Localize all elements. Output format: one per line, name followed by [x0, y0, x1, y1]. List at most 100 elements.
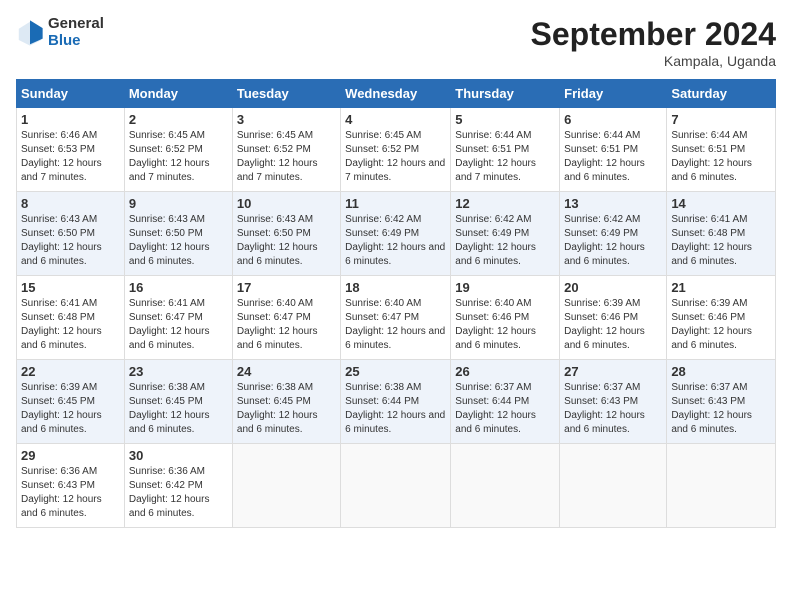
- day-number: 9: [129, 196, 228, 211]
- page-header: General Blue September 2024 Kampala, Uga…: [16, 16, 776, 69]
- calendar-cell: 30 Sunrise: 6:36 AMSunset: 6:42 PMDaylig…: [124, 444, 232, 528]
- day-info: Sunrise: 6:41 AMSunset: 6:48 PMDaylight:…: [671, 214, 752, 267]
- calendar-cell: 10 Sunrise: 6:43 AMSunset: 6:50 PMDaylig…: [232, 192, 340, 276]
- logo-general: General: [48, 16, 104, 33]
- day-number: 22: [21, 364, 120, 379]
- calendar-cell: 28 Sunrise: 6:37 AMSunset: 6:43 PMDaylig…: [667, 360, 776, 444]
- calendar-cell: 25 Sunrise: 6:38 AMSunset: 6:44 PMDaylig…: [341, 360, 451, 444]
- day-info: Sunrise: 6:46 AMSunset: 6:53 PMDaylight:…: [21, 130, 102, 183]
- calendar-cell: 2 Sunrise: 6:45 AMSunset: 6:52 PMDayligh…: [124, 108, 232, 192]
- calendar-cell: 16 Sunrise: 6:41 AMSunset: 6:47 PMDaylig…: [124, 276, 232, 360]
- calendar-table: SundayMondayTuesdayWednesdayThursdayFrid…: [16, 79, 776, 528]
- day-number: 14: [671, 196, 771, 211]
- day-number: 20: [564, 280, 662, 295]
- calendar-cell: 12 Sunrise: 6:42 AMSunset: 6:49 PMDaylig…: [451, 192, 560, 276]
- header-saturday: Saturday: [667, 80, 776, 108]
- day-number: 10: [237, 196, 336, 211]
- day-number: 29: [21, 448, 120, 463]
- day-info: Sunrise: 6:43 AMSunset: 6:50 PMDaylight:…: [237, 214, 318, 267]
- calendar-week-row: 22 Sunrise: 6:39 AMSunset: 6:45 PMDaylig…: [17, 360, 776, 444]
- day-info: Sunrise: 6:44 AMSunset: 6:51 PMDaylight:…: [671, 130, 752, 183]
- header-sunday: Sunday: [17, 80, 125, 108]
- location-subtitle: Kampala, Uganda: [531, 53, 776, 69]
- day-info: Sunrise: 6:44 AMSunset: 6:51 PMDaylight:…: [564, 130, 645, 183]
- day-number: 12: [455, 196, 555, 211]
- calendar-cell: 3 Sunrise: 6:45 AMSunset: 6:52 PMDayligh…: [232, 108, 340, 192]
- calendar-cell: 26 Sunrise: 6:37 AMSunset: 6:44 PMDaylig…: [451, 360, 560, 444]
- logo-blue: Blue: [48, 33, 104, 50]
- day-number: 25: [345, 364, 446, 379]
- calendar-cell: [341, 444, 451, 528]
- calendar-week-row: 15 Sunrise: 6:41 AMSunset: 6:48 PMDaylig…: [17, 276, 776, 360]
- day-info: Sunrise: 6:37 AMSunset: 6:43 PMDaylight:…: [564, 382, 645, 435]
- day-number: 8: [21, 196, 120, 211]
- calendar-cell: [451, 444, 560, 528]
- day-number: 3: [237, 112, 336, 127]
- logo: General Blue: [16, 16, 104, 49]
- calendar-cell: 6 Sunrise: 6:44 AMSunset: 6:51 PMDayligh…: [560, 108, 667, 192]
- day-number: 23: [129, 364, 228, 379]
- calendar-cell: 15 Sunrise: 6:41 AMSunset: 6:48 PMDaylig…: [17, 276, 125, 360]
- day-number: 24: [237, 364, 336, 379]
- calendar-cell: 1 Sunrise: 6:46 AMSunset: 6:53 PMDayligh…: [17, 108, 125, 192]
- calendar-header-row: SundayMondayTuesdayWednesdayThursdayFrid…: [17, 80, 776, 108]
- calendar-cell: 19 Sunrise: 6:40 AMSunset: 6:46 PMDaylig…: [451, 276, 560, 360]
- day-info: Sunrise: 6:39 AMSunset: 6:46 PMDaylight:…: [564, 298, 645, 351]
- day-number: 28: [671, 364, 771, 379]
- calendar-cell: 23 Sunrise: 6:38 AMSunset: 6:45 PMDaylig…: [124, 360, 232, 444]
- day-info: Sunrise: 6:42 AMSunset: 6:49 PMDaylight:…: [455, 214, 536, 267]
- calendar-week-row: 8 Sunrise: 6:43 AMSunset: 6:50 PMDayligh…: [17, 192, 776, 276]
- day-number: 30: [129, 448, 228, 463]
- calendar-cell: 9 Sunrise: 6:43 AMSunset: 6:50 PMDayligh…: [124, 192, 232, 276]
- day-number: 1: [21, 112, 120, 127]
- day-number: 13: [564, 196, 662, 211]
- calendar-cell: 5 Sunrise: 6:44 AMSunset: 6:51 PMDayligh…: [451, 108, 560, 192]
- logo-icon: [16, 19, 44, 47]
- calendar-cell: 18 Sunrise: 6:40 AMSunset: 6:47 PMDaylig…: [341, 276, 451, 360]
- day-info: Sunrise: 6:40 AMSunset: 6:46 PMDaylight:…: [455, 298, 536, 351]
- day-info: Sunrise: 6:45 AMSunset: 6:52 PMDaylight:…: [237, 130, 318, 183]
- day-number: 21: [671, 280, 771, 295]
- calendar-cell: [667, 444, 776, 528]
- calendar-cell: 4 Sunrise: 6:45 AMSunset: 6:52 PMDayligh…: [341, 108, 451, 192]
- header-thursday: Thursday: [451, 80, 560, 108]
- day-info: Sunrise: 6:39 AMSunset: 6:45 PMDaylight:…: [21, 382, 102, 435]
- day-info: Sunrise: 6:42 AMSunset: 6:49 PMDaylight:…: [564, 214, 645, 267]
- title-block: September 2024 Kampala, Uganda: [531, 16, 776, 69]
- day-number: 6: [564, 112, 662, 127]
- day-number: 2: [129, 112, 228, 127]
- day-number: 27: [564, 364, 662, 379]
- header-monday: Monday: [124, 80, 232, 108]
- calendar-cell: 17 Sunrise: 6:40 AMSunset: 6:47 PMDaylig…: [232, 276, 340, 360]
- header-tuesday: Tuesday: [232, 80, 340, 108]
- calendar-week-row: 29 Sunrise: 6:36 AMSunset: 6:43 PMDaylig…: [17, 444, 776, 528]
- day-info: Sunrise: 6:38 AMSunset: 6:44 PMDaylight:…: [345, 382, 445, 435]
- day-info: Sunrise: 6:43 AMSunset: 6:50 PMDaylight:…: [21, 214, 102, 267]
- header-friday: Friday: [560, 80, 667, 108]
- day-info: Sunrise: 6:41 AMSunset: 6:48 PMDaylight:…: [21, 298, 102, 351]
- logo-text: General Blue: [48, 16, 104, 49]
- day-info: Sunrise: 6:38 AMSunset: 6:45 PMDaylight:…: [237, 382, 318, 435]
- day-info: Sunrise: 6:43 AMSunset: 6:50 PMDaylight:…: [129, 214, 210, 267]
- calendar-week-row: 1 Sunrise: 6:46 AMSunset: 6:53 PMDayligh…: [17, 108, 776, 192]
- day-info: Sunrise: 6:41 AMSunset: 6:47 PMDaylight:…: [129, 298, 210, 351]
- day-number: 18: [345, 280, 446, 295]
- calendar-cell: 20 Sunrise: 6:39 AMSunset: 6:46 PMDaylig…: [560, 276, 667, 360]
- calendar-cell: 22 Sunrise: 6:39 AMSunset: 6:45 PMDaylig…: [17, 360, 125, 444]
- calendar-cell: 29 Sunrise: 6:36 AMSunset: 6:43 PMDaylig…: [17, 444, 125, 528]
- calendar-cell: 7 Sunrise: 6:44 AMSunset: 6:51 PMDayligh…: [667, 108, 776, 192]
- day-info: Sunrise: 6:40 AMSunset: 6:47 PMDaylight:…: [237, 298, 318, 351]
- day-number: 5: [455, 112, 555, 127]
- calendar-cell: 27 Sunrise: 6:37 AMSunset: 6:43 PMDaylig…: [560, 360, 667, 444]
- day-info: Sunrise: 6:37 AMSunset: 6:44 PMDaylight:…: [455, 382, 536, 435]
- calendar-cell: 21 Sunrise: 6:39 AMSunset: 6:46 PMDaylig…: [667, 276, 776, 360]
- day-info: Sunrise: 6:40 AMSunset: 6:47 PMDaylight:…: [345, 298, 445, 351]
- day-number: 19: [455, 280, 555, 295]
- calendar-cell: [232, 444, 340, 528]
- day-info: Sunrise: 6:42 AMSunset: 6:49 PMDaylight:…: [345, 214, 445, 267]
- calendar-cell: 8 Sunrise: 6:43 AMSunset: 6:50 PMDayligh…: [17, 192, 125, 276]
- day-number: 26: [455, 364, 555, 379]
- day-number: 15: [21, 280, 120, 295]
- day-number: 11: [345, 196, 446, 211]
- day-number: 17: [237, 280, 336, 295]
